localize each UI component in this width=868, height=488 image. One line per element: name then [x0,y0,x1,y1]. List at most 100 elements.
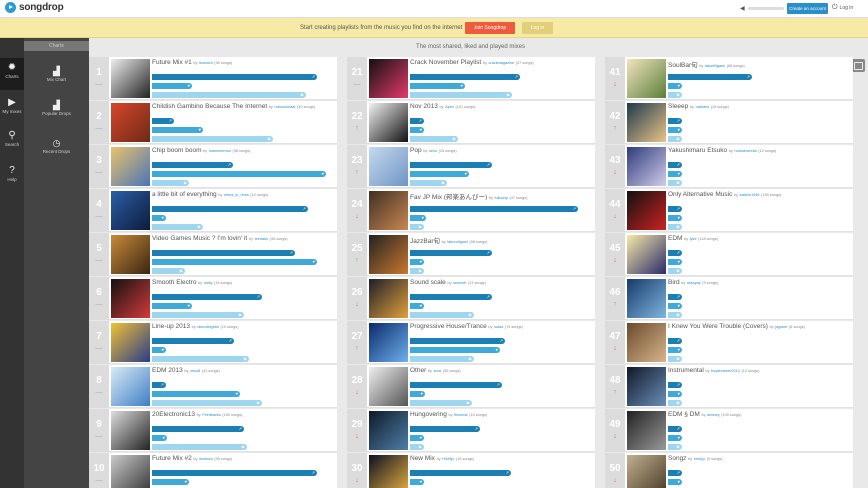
mix-author-link[interactable]: simo [429,149,437,153]
subnav-item-recent-drops[interactable]: ◷ Recent Drops [24,138,89,155]
mix-author-link[interactable]: dedney [707,413,719,417]
mix-entry[interactable]: 50↓Songz by emdyy (9 songs)↗♥▶ [605,453,853,488]
mix-entry[interactable]: 10 — Future Mix #2 by ikumura (96 songs) ↗ ♥… [89,453,337,488]
mix-author-link[interactable]: elena_lu_rinns [224,193,249,197]
nav-item-charts[interactable]: ✹ Charts [0,58,24,90]
mix-title[interactable]: Sound scale [410,279,446,286]
nav-item-help[interactable]: ? Help [0,161,24,193]
mix-title[interactable]: Songz [668,455,686,462]
mix-author-link[interactable]: ikumura [199,457,213,461]
mix-author-link[interactable]: jagwire [775,325,787,329]
mix-entry[interactable]: 9—20Electronic13 by Feelitracks (150 son… [89,409,337,452]
mix-entry[interactable]: 43 ↓ Yakushimaru Etsuko by hotoseroresa (1… [605,145,853,188]
mix-cover-thumbnail[interactable] [369,235,408,274]
mix-author-link[interactable]: zeus8 [190,369,200,373]
mix-author-link[interactable]: nicky [204,281,213,285]
mix-entry[interactable]: 29 ↓ Hungovering by flinomat (15 songs) ↗ ♥ ▶ [347,409,595,452]
mix-entry[interactable]: 23 ↑ Pop by simo (15 songs) ↗ ♥ ▶ [347,145,595,188]
mix-title[interactable]: Sleeep [668,103,688,110]
mix-cover-thumbnail[interactable] [627,235,666,274]
mix-cover-thumbnail[interactable] [369,279,408,318]
mix-cover-thumbnail[interactable] [627,455,666,488]
nav-item-search[interactable]: ⚲ Search [0,126,24,158]
mix-title[interactable]: Chip boom boom [152,147,202,154]
mix-author-link[interactable]: emdyy [694,457,705,461]
mix-title[interactable]: Future Mix #2 [152,455,192,462]
mix-entry[interactable]: 25 ↑ JazzBar旬 by takuroligami (98 songs) ↗ ♥… [347,233,595,276]
mix-entry[interactable]: 48 ↑ Instrumental by boydreamer2012 (12 so… [605,365,853,408]
mix-title[interactable]: Crack November Playlist [410,59,481,66]
mix-author-link[interactable]: sutas [494,325,503,329]
mix-title[interactable]: EDM 2013 [152,367,183,374]
mix-author-link[interactable]: katerin1996 [740,193,760,197]
mix-author-link[interactable]: ikumura [199,61,213,65]
mix-cover-thumbnail[interactable] [111,455,150,488]
mix-author-link[interactable]: takuroligami [447,240,467,244]
mix-author-link[interactable]: boydreamer2012 [711,369,740,373]
mix-entry[interactable]: 2— Childish Gambino Because The Internet … [89,101,337,144]
mix-entry[interactable]: 4— a little bit of everything by elena_lu… [89,189,337,232]
mix-entry[interactable]: 44 ↓ Only Alternative Music by katerin1996… [605,189,853,232]
mix-cover-thumbnail[interactable] [627,323,666,362]
mix-cover-thumbnail[interactable] [369,455,408,488]
mix-author-link[interactable]: teenaks [255,237,268,241]
mix-title[interactable]: Childish Gambino Because The Internet [152,103,267,110]
mix-entry[interactable]: 21 — Crack November Playlist by crackmagaz… [347,57,595,100]
mix-cover-thumbnail[interactable] [111,279,150,318]
mix-entry[interactable]: 3— Chip boom boom by mamimemoo (38 songs)… [89,145,337,188]
mix-cover-thumbnail[interactable] [369,191,408,230]
mix-entry[interactable]: 1— Future Mix #1 by ikumura (96 songs) ↗ ♥ ▶ [89,57,337,100]
mix-title[interactable]: Pop [410,147,422,154]
mix-cover-thumbnail[interactable] [627,367,666,406]
mix-entry[interactable]: 47 ↓ I Knew You Were Trouble (Covers) by j… [605,321,853,364]
subnav-item-popular-drops[interactable]: ▟ Popular Drops [24,100,89,117]
mix-entry[interactable]: 6— Smooth Electro by nicky (16 songs) ↗ ♥ ▶ [89,277,337,320]
mix-entry[interactable]: 8— EDM 2013 by zeus8 (41 songs) ↗ ♥ ▶ [89,365,337,408]
mix-entry[interactable]: 41 ↓ SoulBar旬 by takurilligami (68 songs) ↗… [605,57,853,100]
subnav-item-mix-chart[interactable]: ▟ Mix Chart [24,66,89,83]
mix-title[interactable]: I Knew You Were Trouble (Covers) [668,323,768,330]
mix-entry[interactable]: 28 ↓ Other by sora (30 songs) ↗ ♥ ▶ [347,365,595,408]
mix-entry[interactable]: 42 ↑ Sleeep by nathans (19 songs) ↗ ♥ ▶ [605,101,853,144]
mix-cover-thumbnail[interactable] [369,59,408,98]
mix-author-link[interactable]: takurilligami [705,64,725,68]
mix-title[interactable]: SoulBar旬 [668,62,698,68]
mix-title[interactable]: Nov 2013 [410,103,438,110]
mix-title[interactable]: Future Mix #1 [152,59,192,66]
mix-cover-thumbnail[interactable] [111,191,150,230]
mix-author-link[interactable]: missyay [687,281,701,285]
mix-entry[interactable]: 45 ↓ EDM by lyse (118 songs) ↗ ♥ ▶ [605,233,853,276]
mix-entry[interactable]: 22 ↑ Nov 2013 by Apex (101 songs) ↗ ♥ ▶ [347,101,595,144]
mix-author-link[interactable]: lyse [690,237,697,241]
mix-entry[interactable]: 30↓New Mix by HikHijo (16 songs)↗♥▶ [347,453,595,488]
create-account-button[interactable]: Create an account [787,3,828,14]
mix-cover-thumbnail[interactable] [369,323,408,362]
join-songdrop-button[interactable]: Join Songdrop [465,22,515,34]
mix-title[interactable]: a little bit of everything [152,191,217,198]
mix-author-link[interactable]: HikHijo [442,457,454,461]
mix-entry[interactable]: 27 ↑ Progressive House/Trance by sutas (74… [347,321,595,364]
mix-author-link[interactable]: robsoulmaat [275,105,296,109]
mix-entry[interactable]: 5— Video Games Music ? I'm lovin' it by t… [89,233,337,276]
mix-author-link[interactable]: nathans [696,105,710,109]
mix-author-link[interactable]: nikrodeighbs [197,325,219,329]
mix-cover-thumbnail[interactable] [369,103,408,142]
mix-cover-thumbnail[interactable] [111,411,150,450]
mix-title[interactable]: Line-up 2013 [152,323,190,330]
mix-cover-thumbnail[interactable] [627,59,666,98]
mix-cover-thumbnail[interactable] [369,411,408,450]
mix-title[interactable]: Progressive House/Trance [410,323,487,330]
mix-cover-thumbnail[interactable] [111,235,150,274]
banner-login-button[interactable]: Log in [522,22,553,34]
mix-title[interactable]: Bird [668,279,680,286]
mix-cover-thumbnail[interactable] [627,191,666,230]
mix-author-link[interactable]: fulloanp [495,196,508,200]
mix-cover-thumbnail[interactable] [627,147,666,186]
volume-slider[interactable] [747,7,784,10]
mix-entry[interactable]: 49 ↓ EDM § DM by dedney (109 songs) ↗ ♥ ▶ [605,409,853,452]
mix-title[interactable]: EDM § DM [668,411,700,418]
mix-title[interactable]: Hungovering [410,411,447,418]
mix-title[interactable]: Only Alternative Music [668,191,732,198]
songdrop-logo[interactable]: songdrop [5,2,64,13]
mix-cover-thumbnail[interactable] [111,323,150,362]
